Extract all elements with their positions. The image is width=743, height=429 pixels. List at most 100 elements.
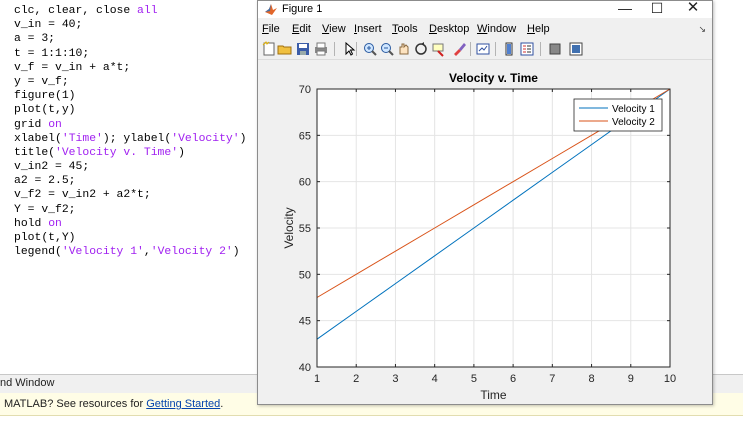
code-editor[interactable]: clc, clear, close all v_in = 40; a = 3; t =…	[0, 0, 258, 370]
x-tick-label: 10	[664, 373, 676, 385]
print-icon[interactable]	[313, 41, 329, 57]
code-line[interactable]: v_in2 = 45;	[14, 160, 246, 174]
x-tick-label: 8	[588, 373, 594, 385]
code-line[interactable]: t = 1:1:10;	[14, 47, 246, 61]
figure-toolbar	[258, 39, 712, 60]
menu-tools[interactable]: Tools	[392, 23, 418, 35]
show-plot-tools-icon[interactable]	[568, 41, 584, 57]
figure-titlebar[interactable]: Figure 1 — ☐ ✕	[258, 0, 712, 18]
code-line[interactable]: title('Velocity v. Time')	[14, 146, 246, 160]
legend-icon[interactable]	[519, 41, 535, 57]
code-line[interactable]: hold on	[14, 217, 246, 231]
menu-insert[interactable]: Insert	[354, 23, 382, 35]
menubar-dock-arrow-icon[interactable]: ↘	[698, 24, 706, 35]
command-window-title: nd Window	[0, 377, 55, 389]
figure-title: Figure 1	[282, 3, 323, 15]
notice-text: MATLAB? See resources for Getting Starte…	[4, 398, 223, 410]
getting-started-link[interactable]: Getting Started	[146, 398, 220, 410]
code-token: 'Time'	[61, 132, 103, 145]
save-icon[interactable]	[295, 41, 311, 57]
code-token: on	[48, 217, 62, 230]
x-tick-label: 5	[471, 373, 477, 385]
notice-suffix: .	[220, 398, 224, 410]
velocity-chart[interactable]: 1 2 3 4 5 6 7 8 9 1040455055606570Velocity v. Tim…	[258, 60, 712, 404]
y-tick-label: 60	[299, 177, 311, 189]
menu-label: esktop	[436, 23, 470, 35]
brush-icon[interactable]	[451, 41, 467, 57]
code-token: v_in2 = 45;	[14, 161, 90, 174]
y-tick-label: 55	[299, 223, 311, 235]
maximize-button[interactable]: ☐	[642, 0, 672, 17]
figure-window: Figure 1 — ☐ ✕ File Edit View Insert Tools De…	[257, 0, 713, 405]
menu-label: ile	[268, 23, 280, 35]
code-line[interactable]: clc, clear, close all	[14, 4, 246, 18]
zoom-in-icon[interactable]	[362, 41, 378, 57]
code-token: plot(t,Y)	[14, 232, 76, 244]
plot-area[interactable]: 1 2 3 4 5 6 7 8 9 10 40 45 50 55 60 65 70 Velocity v. Tim…	[258, 60, 712, 404]
code-line[interactable]: a = 3;	[14, 32, 246, 46]
pan-icon[interactable]	[396, 41, 412, 57]
code-line[interactable]: figure(1)	[14, 89, 246, 103]
x-tick-label: 4	[432, 373, 438, 385]
code-token: v_f = v_in + a*t;	[14, 61, 131, 74]
new-figure-icon[interactable]	[261, 41, 277, 57]
legend-label-1: Velocity 1	[612, 104, 655, 115]
code-line[interactable]: plot(t,Y)	[14, 231, 246, 245]
code-token: 'Velocity'	[171, 132, 240, 145]
menu-label: nsert	[357, 23, 382, 35]
open-file-icon[interactable]	[277, 41, 293, 57]
zoom-out-icon[interactable]	[379, 41, 395, 57]
menu-mnemonic: F	[262, 23, 269, 35]
menu-mnemonic: H	[527, 23, 535, 35]
code-line[interactable]: v_f2 = v_in2 + a2*t;	[14, 188, 246, 202]
code-token: plot(t,y)	[14, 104, 76, 117]
code-token: 'Velocity 2'	[150, 246, 233, 259]
menu-desktop[interactable]: Desktop	[429, 23, 469, 35]
hide-plot-tools-icon[interactable]	[547, 41, 563, 57]
toolbar-separator	[470, 42, 471, 56]
x-tick-label: 6	[510, 373, 516, 385]
code-line[interactable]: Y = v_f2;	[14, 203, 246, 217]
code-token: xlabel(	[14, 132, 62, 145]
menu-edit[interactable]: Edit	[292, 23, 311, 35]
code-line[interactable]: plot(t,y)	[14, 103, 246, 117]
toolbar-separator	[495, 42, 496, 56]
code-token: Y = v_f2;	[14, 203, 76, 216]
menu-file[interactable]: File	[262, 23, 280, 35]
code-line[interactable]: xlabel('Time'); ylabel('Velocity')	[14, 132, 246, 146]
menu-mnemonic: D	[429, 23, 437, 35]
menu-window[interactable]: Window	[477, 23, 516, 35]
colorbar-icon[interactable]	[501, 41, 517, 57]
menu-view[interactable]: View	[322, 23, 346, 35]
toolbar-separator	[334, 42, 335, 56]
code-line[interactable]: a2 = 2.5;	[14, 174, 246, 188]
code-token: v_f2 = v_in2 + a2*t;	[14, 189, 151, 202]
code-token: y = v_f;	[14, 75, 69, 88]
x-axis-label: Time	[480, 388, 507, 402]
command-window-body[interactable]	[0, 416, 743, 429]
code-token: a = 3;	[14, 33, 56, 46]
code-line[interactable]: v_f = v_in + a*t;	[14, 61, 246, 75]
code-token: grid	[14, 118, 49, 131]
link-plot-icon[interactable]	[475, 41, 491, 57]
x-tick-label: 2	[353, 373, 359, 385]
legend-label-2: Velocity 2	[612, 117, 655, 128]
y-tick-label: 70	[299, 84, 311, 96]
data-cursor-icon[interactable]	[431, 41, 447, 57]
code-lines[interactable]: clc, clear, close all v_in = 40; a = 3; t =…	[14, 4, 246, 259]
code-token: )	[178, 146, 185, 159]
code-line[interactable]: y = v_f;	[14, 75, 246, 89]
code-token: 'Velocity 1'	[61, 246, 144, 259]
rotate-3d-icon[interactable]	[413, 41, 429, 57]
y-axis-label: Velocity	[282, 207, 296, 248]
code-line[interactable]: grid on	[14, 118, 246, 132]
code-line[interactable]: legend('Velocity 1','Velocity 2')	[14, 245, 246, 259]
notice-prefix: MATLAB? See resources for	[4, 398, 147, 410]
minimize-button[interactable]: —	[610, 0, 640, 17]
close-button[interactable]: ✕	[678, 0, 708, 17]
code-token: )	[239, 132, 247, 145]
y-tick-label: 50	[299, 269, 311, 281]
code-token: title(	[14, 146, 56, 159]
code-line[interactable]: v_in = 40;	[14, 18, 246, 32]
menu-help[interactable]: Help	[527, 23, 550, 35]
